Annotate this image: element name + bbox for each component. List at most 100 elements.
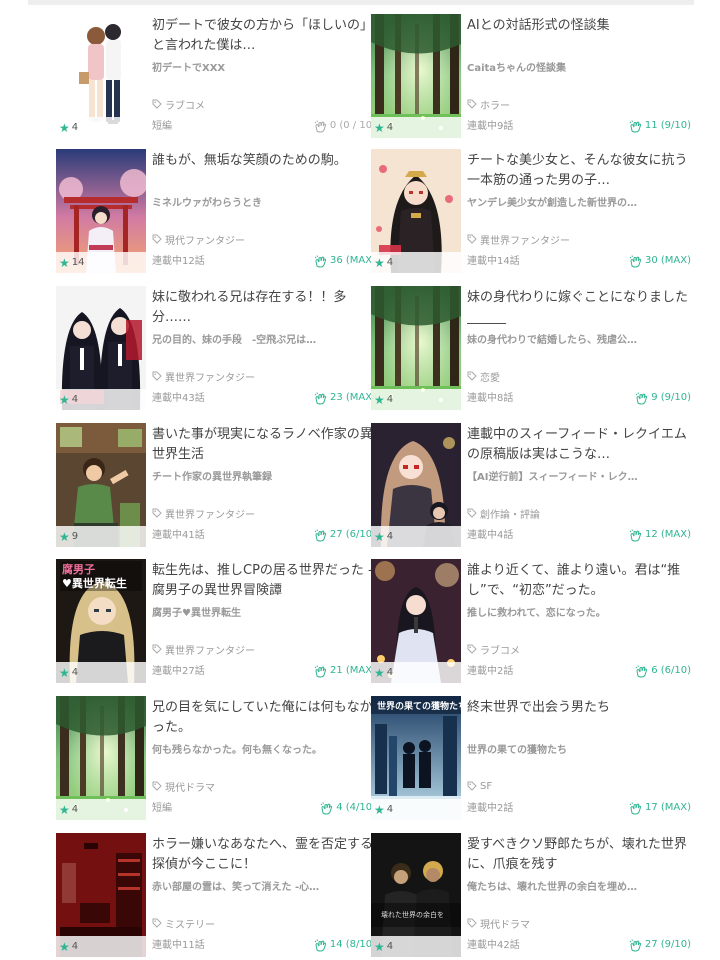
rating-badge: ★ 14 [56,252,146,273]
work-subtitle: 【AI逆行前】スィーフィード・レク… [467,472,638,483]
work-title[interactable]: 愛すべきクソ野郎たちが、壊れた世界に、爪痕を残す [467,835,689,875]
work-info: 妹の身代わりに嫁ぐことになりました______ 妹の身代わりで結婚したら、残虐公… [467,286,691,410]
tag-icon [467,918,477,928]
tag-icon [467,99,477,109]
tag-icon [467,234,477,244]
star-icon: ★ [59,392,70,407]
work-info: 誰もが、無垢な笑顔のための駒。 ミネルウァがわらうとき 現代ファンタジー 連載中… [152,149,376,273]
genre-tag[interactable]: ミステリー [152,916,215,931]
work-card[interactable]: ★ 4 妹に敬われる兄は存在する！！多分…… 兄の目的、妹の手段 -空飛ぶ兄は…… [56,286,376,410]
work-card[interactable]: ★ 4 妹の身代わりに嫁ぐことになりました______ 妹の身代わりで結婚したら… [371,286,691,410]
reaction-label: 27 (6/10) [329,529,376,540]
reaction-label: 17 (MAX) [644,802,691,813]
work-subtitle: ミネルウァがわらうとき [152,198,262,209]
work-title[interactable]: 転生先は、推しCPの居る世界だった - 腐男子の異世界冒険譚 [152,561,374,601]
work-card[interactable]: 壊れた世界の余白を ★ 4 愛すべきクソ野郎たちが、壊れた世界に、爪痕を残す 俺… [371,833,691,957]
genre-tag[interactable]: ラブコメ [467,642,520,657]
cover-image[interactable]: ★ 4 [371,423,461,547]
star-icon: ★ [59,665,70,680]
cover-image[interactable]: ★ 4 [56,696,146,820]
cover-image[interactable]: ★ 4 [371,14,461,138]
work-card[interactable]: ★ 4 ホラー嫌いなあなたへ、霊を否定する探偵が今ここに！ 赤い部屋の霊は、笑っ… [56,833,376,957]
work-title[interactable]: 初デートで彼女の方から「ほしいの」と言われた僕は… [152,16,374,56]
genre-tag[interactable]: 恋愛 [467,369,500,384]
reaction-count: 17 (MAX) [629,801,691,815]
genre-tag[interactable]: 異世界ファンタジー [152,369,255,384]
work-title[interactable]: 誰より近くて、誰より遠い。君は“推し”で、“初恋”だった。 [467,561,689,601]
work-title[interactable]: AIとの対話形式の怪談集 [467,16,689,56]
cover-image[interactable]: ★ 4 [56,286,146,410]
cover-image[interactable]: ★ 4 [371,559,461,683]
genre-tag[interactable]: ホラー [467,97,510,112]
work-title[interactable]: 妹の身代わりに嫁ぐことになりました______ [467,288,689,328]
clap-icon [314,664,327,678]
genre-label: ミステリー [165,919,215,931]
work-title[interactable]: 終末世界で出会う男たち [467,698,689,738]
episode-status: 連載中43話 [152,393,205,404]
work-card[interactable]: ★ 4 初デートで彼女の方から「ほしいの」と言われた僕は… 初デートでXXX ラ… [56,14,376,138]
work-title[interactable]: 連載中のスィーフィード・レクイエムの原稿版は実はこうな… [467,425,689,465]
genre-tag[interactable]: 異世界ファンタジー [152,506,255,521]
rating-badge: ★ 4 [56,936,146,957]
cover-image[interactable]: ★ 9 [56,423,146,547]
rating-count: 4 [386,122,394,133]
genre-tag[interactable]: 現代ファンタジー [152,232,245,247]
genre-tag[interactable]: 異世界ファンタジー [152,642,255,657]
work-card[interactable]: ★ 14 誰もが、無垢な笑顔のための駒。 ミネルウァがわらうとき 現代ファンタジ… [56,149,376,273]
reaction-count: 9 (9/10) [635,391,691,405]
genre-tag[interactable]: 異世界ファンタジー [467,232,570,247]
work-title[interactable]: ホラー嫌いなあなたへ、霊を否定する探偵が今ここに！ [152,835,374,875]
work-card[interactable]: ★ 9 書いた事が現実になるラノベ作家の異世界生活 チート作家の異世界執筆録 異… [56,423,376,547]
work-card[interactable]: 腐男子 ♥異世界転生 ★ 4 転生先は、推しCPの居る世界だった - 腐男子の異… [56,559,376,683]
work-card[interactable]: ★ 4 連載中のスィーフィード・レクイエムの原稿版は実はこうな… 【AI逆行前】… [371,423,691,547]
work-title[interactable]: 妹に敬われる兄は存在する！！多分…… [152,288,374,328]
star-icon: ★ [59,255,70,270]
cover-image[interactable]: 腐男子 ♥異世界転生 ★ 4 [56,559,146,683]
work-title[interactable]: 誰もが、無垢な笑顔のための駒。 [152,151,374,191]
clap-icon [320,801,333,815]
rating-badge: ★ 4 [371,117,461,138]
genre-label: SF [480,780,493,792]
genre-label: 恋愛 [480,372,500,384]
cover-image[interactable]: 壊れた世界の余白を ★ 4 [371,833,461,957]
work-info: 書いた事が現実になるラノベ作家の異世界生活 チート作家の異世界執筆録 異世界ファ… [152,423,376,547]
work-card[interactable]: ★ 4 誰より近くて、誰より遠い。君は“推し”で、“初恋”だった。 推しに救われ… [371,559,691,683]
rating-badge: ★ 9 [56,526,146,547]
cover-image[interactable]: ★ 14 [56,149,146,273]
work-subtitle: 俺たちは、壊れた世界の余白を埋め… [467,882,637,893]
rating-count: 14 [71,257,85,268]
rating-count: 4 [71,122,79,133]
work-title[interactable]: 書いた事が現実になるラノベ作家の異世界生活 [152,425,374,465]
reaction-count: 12 (MAX) [629,528,691,542]
work-card[interactable]: ★ 4 兄の目を気にしていた俺には何もなかった。 何も残らなかった。何も無くなっ… [56,696,376,820]
genre-tag[interactable]: 創作論・評論 [467,506,540,521]
genre-tag[interactable]: 現代ドラマ [152,779,215,794]
work-subtitle: ヤンデレ美少女が創造した新世界の… [467,198,637,209]
genre-tag[interactable]: 現代ドラマ [467,916,530,931]
work-title[interactable]: 兄の目を気にしていた俺には何もなかった。 [152,698,374,738]
genre-tag[interactable]: SF [467,779,492,793]
cover-image[interactable]: ★ 4 [56,14,146,138]
tag-icon [152,918,162,928]
cover-image[interactable]: ★ 4 [56,833,146,957]
cover-image[interactable]: ★ 4 [371,286,461,410]
episode-status: 連載中27話 [152,666,205,677]
clap-icon [629,938,642,952]
cover-image[interactable]: 世界の果ての獲物たち ★ 4 [371,696,461,820]
rating-badge: ★ 4 [371,936,461,957]
work-grid: ★ 4 初デートで彼女の方から「ほしいの」と言われた僕は… 初デートでXXX ラ… [0,0,720,960]
work-card[interactable]: ★ 4 チートな美少女と、そんな彼女に抗う一本筋の通った男の子… ヤンデレ美少女… [371,149,691,273]
cover-image[interactable]: ★ 4 [371,149,461,273]
work-title[interactable]: チートな美少女と、そんな彼女に抗う一本筋の通った男の子… [467,151,689,191]
tag-icon [467,371,477,381]
work-info: 終末世界で出会う男たち 世界の果ての獲物たち SF 連載中2話 17 (MAX) [467,696,691,820]
reaction-label: 21 (MAX) [329,665,376,676]
reaction-count: 23 (MAX) [314,391,376,405]
work-card[interactable]: ★ 4 AIとの対話形式の怪談集 Caitaちゃんの怪談集 ホラー 連載中9話 … [371,14,691,138]
work-card[interactable]: 世界の果ての獲物たち ★ 4 終末世界で出会う男たち 世界の果ての獲物たち SF… [371,696,691,820]
episode-status: 連載中11話 [152,940,205,951]
star-icon: ★ [374,120,385,135]
genre-tag[interactable]: ラブコメ [152,97,205,112]
work-info: 転生先は、推しCPの居る世界だった - 腐男子の異世界冒険譚 腐男子♥異世界転生… [152,559,376,683]
work-info: 初デートで彼女の方から「ほしいの」と言われた僕は… 初デートでXXX ラブコメ … [152,14,376,138]
